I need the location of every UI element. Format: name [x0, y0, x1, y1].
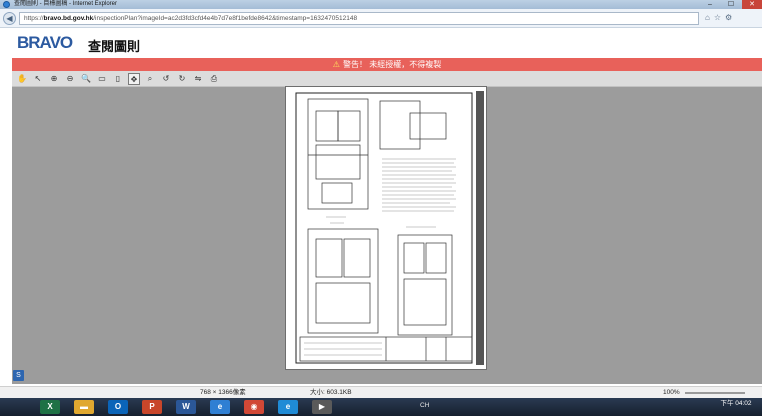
browser-toolbar-icons[interactable]: ⌂☆⚙ — [705, 13, 736, 22]
zoom-level: 100% — [663, 389, 680, 396]
left-gutter — [0, 71, 12, 384]
chrome-app-icon[interactable]: ◉ — [244, 400, 264, 414]
url-field[interactable]: https://bravo.bd.gov.hk/inspectionPlan?i… — [19, 12, 699, 25]
word-app-icon[interactable]: W — [176, 400, 196, 414]
taskbar: CH 下午 04:02 X ▬ O P We ◉ e ▶ — [0, 398, 762, 416]
media-app-icon[interactable]: ▶ — [312, 400, 332, 414]
flip-icon[interactable]: ⇋ — [192, 73, 204, 85]
page-nav-icon[interactable]: S — [13, 370, 24, 381]
fit-page-icon[interactable]: ▯ — [112, 73, 124, 85]
file-size: 大小: 603.1KB — [310, 389, 352, 396]
maximize-button[interactable]: ☐ — [721, 0, 741, 9]
magnifier-icon[interactable]: 🔍 — [80, 73, 92, 85]
page-title: 查閱圖則 — [88, 39, 141, 54]
zoom-in-icon[interactable]: ⊕ — [48, 73, 60, 85]
url-prefix: https:// — [24, 15, 44, 22]
back-button[interactable]: ◀ — [3, 12, 16, 25]
browser-window: 查閱圖則 - 目標圖稿 - Internet Explorer – ☐ ✕ ◀ … — [0, 0, 762, 398]
folder-app-icon[interactable]: ▬ — [74, 400, 94, 414]
pan-tool-icon[interactable]: ✋ — [16, 73, 28, 85]
clock[interactable]: 下午 04:02 — [712, 400, 760, 407]
warning-text: 警告！ 未經授權，不得複製 — [342, 60, 442, 69]
excel-app-icon[interactable]: X — [40, 400, 60, 414]
powerpoint-app-icon[interactable]: P — [142, 400, 162, 414]
ie-icon — [3, 1, 10, 8]
status-bar: 768 × 1366像素 大小: 603.1KB 100% — [0, 386, 762, 398]
actual-size-icon[interactable]: ⌕ — [144, 73, 156, 85]
fit-width-icon[interactable]: ▭ — [96, 73, 108, 85]
select-tool-icon[interactable]: ↖ — [32, 73, 44, 85]
plan-page — [285, 86, 487, 370]
architectural-drawing — [295, 91, 484, 365]
url-domain: bravo.bd.gov.hk — [43, 15, 94, 22]
rotate-right-icon[interactable]: ↻ — [176, 73, 188, 85]
close-button[interactable]: ✕ — [742, 0, 762, 9]
language-indicator[interactable]: CH — [420, 402, 429, 409]
warning-icon: ⚠ — [332, 60, 340, 69]
print-icon[interactable]: ⎙ — [208, 73, 220, 85]
image-dimensions: 768 × 1366像素 — [200, 389, 246, 396]
address-bar: ◀ https://bravo.bd.gov.hk/inspectionPlan… — [0, 9, 762, 28]
outlook-app-icon[interactable]: O — [108, 400, 128, 414]
ie-app-icon[interactable]: e — [210, 400, 230, 414]
viewer-toolbar: ✋ ↖ ⊕ ⊖ 🔍 ▭ ▯ ✥ ⌕ ↺ ↻ ⇋ ⎙ — [12, 71, 762, 87]
url-path: /inspectionPlan?imageId=ac2d3fd3cfd4e4b7… — [93, 15, 358, 22]
zoom-slider[interactable] — [685, 392, 745, 394]
warning-banner: ⚠ 警告！ 未經授權，不得複製 — [12, 58, 762, 71]
edge-app-icon[interactable]: e — [278, 400, 298, 414]
minimize-button[interactable]: – — [700, 0, 720, 9]
site-header: BRAVO 查閱圖則 — [0, 28, 762, 58]
fit-window-icon[interactable]: ✥ — [128, 73, 140, 85]
zoom-out-icon[interactable]: ⊖ — [64, 73, 76, 85]
bravo-logo: BRAVO — [17, 33, 73, 52]
title-bar: 查閱圖則 - 目標圖稿 - Internet Explorer – ☐ ✕ — [0, 0, 762, 9]
window-title: 查閱圖則 - 目標圖稿 - Internet Explorer — [14, 1, 118, 7]
rotate-left-icon[interactable]: ↺ — [160, 73, 172, 85]
clock-time: 下午 04:02 — [720, 400, 752, 407]
